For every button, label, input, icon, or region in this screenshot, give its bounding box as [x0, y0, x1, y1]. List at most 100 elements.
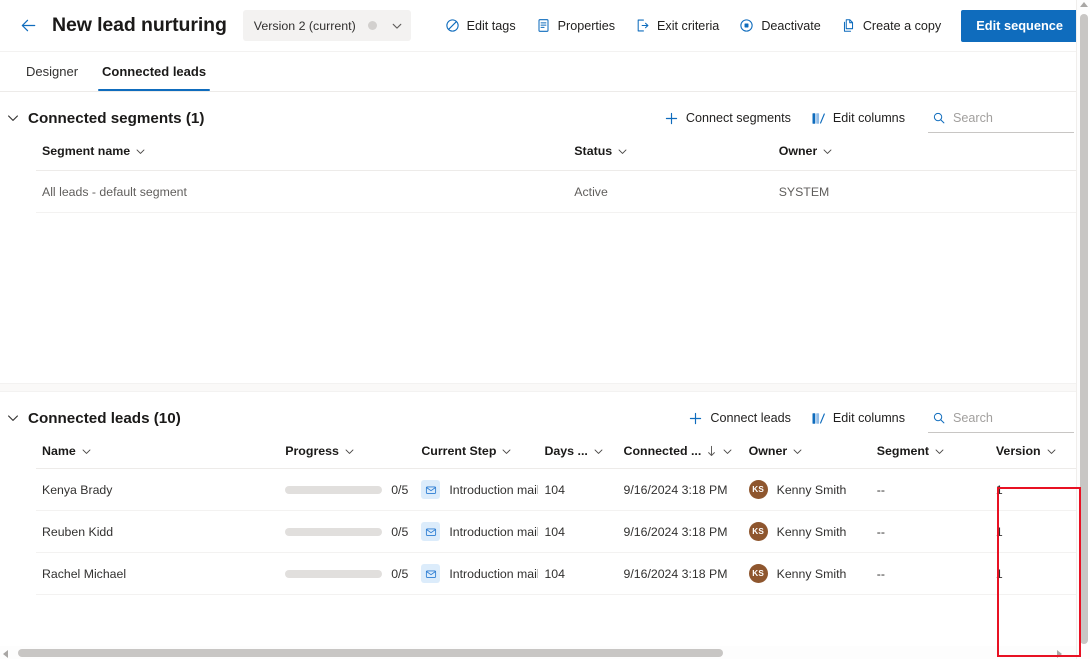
- page-title: New lead nurturing: [52, 14, 227, 36]
- table-row[interactable]: Rachel Michael 0/5 Introduction mail 104…: [36, 552, 1090, 595]
- cell-connected: 9/16/2024 3:18 PM: [617, 468, 743, 511]
- create-a-copy-button[interactable]: Create a copy: [831, 8, 951, 44]
- connected-leads-rows: Kenya Brady 0/5 Introduction mail 104 9/…: [36, 468, 1090, 595]
- cell-current-step: Introduction mail: [415, 552, 539, 595]
- edit-columns-icon: [811, 111, 826, 126]
- avatar: KS: [748, 564, 768, 583]
- leads-edit-columns-button[interactable]: Edit columns: [802, 402, 914, 434]
- cell-name: Rachel Michael: [36, 552, 280, 595]
- cell-segment: --: [870, 552, 990, 595]
- version-selector-label: Version 2 (current): [253, 18, 356, 33]
- properties-label: Properties: [557, 18, 616, 33]
- exit-icon: [635, 18, 650, 33]
- column-header-owner[interactable]: Owner: [742, 444, 871, 469]
- edit-columns-icon: [811, 411, 826, 426]
- vertical-scrollbar-thumb[interactable]: [1080, 14, 1088, 644]
- column-header-connected-label: Connected ...: [623, 444, 702, 458]
- owner-name: Kenny Smith: [776, 566, 847, 581]
- exit-criteria-button[interactable]: Exit criteria: [625, 8, 729, 44]
- deactivate-button[interactable]: Deactivate: [729, 8, 831, 44]
- column-header-version[interactable]: Version: [989, 444, 1090, 469]
- cell-connected: 9/16/2024 3:18 PM: [617, 510, 743, 553]
- cell-segment: --: [870, 468, 990, 511]
- column-header-owner-label: Owner: [778, 144, 818, 158]
- connected-leads-toggle[interactable]: Connected leads (10): [6, 410, 181, 427]
- table-row[interactable]: All leads - default segment Active SYSTE…: [36, 170, 1084, 213]
- column-header-current-step[interactable]: Current Step: [415, 444, 539, 469]
- edit-tags-button[interactable]: Edit tags: [435, 8, 526, 44]
- leads-search-box[interactable]: [928, 403, 1074, 433]
- vertical-scrollbar[interactable]: [1076, 0, 1090, 659]
- segments-edit-columns-button[interactable]: Edit columns: [802, 102, 914, 134]
- chevron-down-icon: [501, 446, 512, 457]
- progress-text: 0/5: [391, 566, 409, 581]
- progress-text: 0/5: [391, 524, 409, 539]
- tab-connected-leads[interactable]: Connected leads: [90, 52, 218, 91]
- column-header-progress-label: Progress: [285, 444, 339, 458]
- leads-edit-columns-label: Edit columns: [832, 411, 905, 425]
- column-header-progress[interactable]: Progress: [279, 444, 416, 469]
- avatar: KS: [748, 522, 768, 541]
- column-header-segment[interactable]: Segment: [870, 444, 990, 469]
- segments-search-input[interactable]: [953, 110, 1072, 125]
- version-status-dot: [367, 21, 377, 30]
- cell-version: 1: [989, 552, 1090, 595]
- connected-segments-table-wrapper: Segment name Status Owner All leads - de…: [0, 144, 1090, 213]
- chevron-down-icon: [135, 146, 146, 157]
- connected-leads-title: Connected leads (10): [28, 409, 181, 427]
- properties-button[interactable]: Properties: [526, 8, 625, 44]
- back-button[interactable]: [12, 10, 44, 42]
- chevron-down-icon: [391, 20, 403, 32]
- column-header-current-step-label: Current Step: [421, 444, 497, 458]
- column-header-status-label: Status: [574, 144, 613, 158]
- version-selector[interactable]: Version 2 (current): [242, 10, 411, 41]
- tab-designer[interactable]: Designer: [14, 52, 90, 91]
- application-window: New lead nurturing Version 2 (current) E…: [0, 0, 1090, 659]
- horizontal-scrollbar-thumb[interactable]: [18, 649, 723, 657]
- connect-leads-label: Connect leads: [710, 411, 791, 425]
- chevron-down-icon: [722, 446, 733, 457]
- table-header-row: Segment name Status Owner: [36, 144, 1084, 171]
- deactivate-label: Deactivate: [761, 18, 821, 33]
- connect-leads-button[interactable]: Connect leads: [679, 402, 800, 434]
- column-header-segment-name[interactable]: Segment name: [36, 144, 569, 171]
- table-row[interactable]: Reuben Kidd 0/5 Introduction mail 104 9/…: [36, 510, 1090, 553]
- scroll-right-arrow-icon[interactable]: [1057, 650, 1062, 658]
- scroll-left-arrow-icon[interactable]: [3, 650, 8, 658]
- connect-segments-button[interactable]: Connect segments: [655, 102, 800, 134]
- horizontal-scrollbar[interactable]: [0, 646, 1076, 659]
- chevron-down-icon: [792, 446, 803, 457]
- column-header-connected[interactable]: Connected ...: [617, 444, 743, 469]
- column-header-status[interactable]: Status: [568, 144, 773, 171]
- column-header-name[interactable]: Name: [36, 444, 280, 469]
- column-header-days-label: Days ...: [544, 444, 588, 458]
- segments-search-box[interactable]: [928, 103, 1074, 133]
- cell-days: 104: [538, 510, 618, 553]
- chevron-down-icon: [6, 411, 20, 425]
- cell-name: Reuben Kidd: [36, 510, 280, 553]
- cell-progress: 0/5: [279, 510, 416, 553]
- cell-current-step: Introduction mail: [415, 468, 539, 511]
- command-bar: New lead nurturing Version 2 (current) E…: [0, 0, 1090, 52]
- mail-icon: [421, 480, 441, 499]
- column-header-segment-label: Segment: [876, 444, 930, 458]
- chevron-down-icon: [6, 111, 20, 125]
- connected-segments-title: Connected segments (1): [28, 109, 205, 127]
- table-row[interactable]: Kenya Brady 0/5 Introduction mail 104 9/…: [36, 468, 1090, 511]
- search-icon: [932, 111, 946, 125]
- column-header-owner[interactable]: Owner: [772, 144, 1084, 171]
- connected-leads-toolbar: Connect leads Edit columns: [679, 402, 1074, 434]
- edit-sequence-button[interactable]: Edit sequence: [961, 9, 1078, 42]
- connected-segments-toggle[interactable]: Connected segments (1): [6, 110, 204, 127]
- cell-owner: KS Kenny Smith: [742, 510, 871, 553]
- segments-edit-columns-label: Edit columns: [832, 111, 905, 125]
- edit-sequence-label: Edit sequence: [976, 18, 1063, 33]
- cell-version: 1: [989, 468, 1090, 511]
- connect-segments-label: Connect segments: [685, 111, 791, 125]
- chevron-down-icon: [81, 446, 92, 457]
- scroll-up-arrow-icon[interactable]: [1080, 2, 1088, 7]
- tab-bar: Designer Connected leads: [0, 52, 1090, 92]
- column-header-days[interactable]: Days ...: [538, 444, 618, 469]
- chevron-down-icon: [934, 446, 945, 457]
- leads-search-input[interactable]: [953, 410, 1072, 425]
